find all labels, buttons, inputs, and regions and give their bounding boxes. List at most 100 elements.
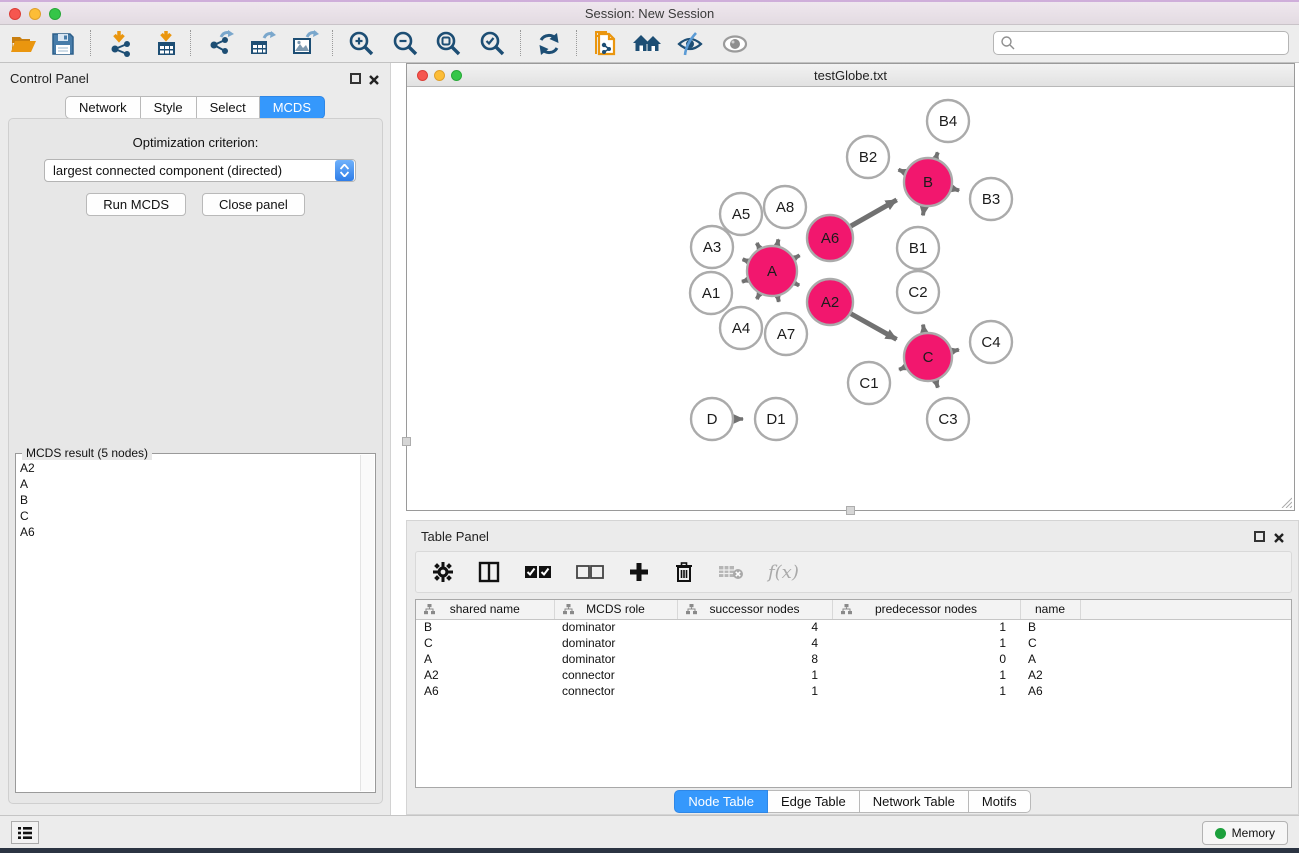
open-session-icon[interactable] xyxy=(5,28,41,60)
delete-table-icon[interactable] xyxy=(718,557,744,587)
edge-C-C2[interactable] xyxy=(923,325,924,333)
table-cell[interactable]: connector xyxy=(554,683,677,699)
table-cell[interactable]: 1 xyxy=(677,683,832,699)
edge-A-A4[interactable] xyxy=(757,294,760,299)
tab-edge-table[interactable]: Edge Table xyxy=(768,790,860,813)
table-float-panel-icon[interactable] xyxy=(1254,531,1265,542)
split-table-view-icon[interactable] xyxy=(478,557,500,587)
table-cell[interactable]: dominator xyxy=(554,635,677,651)
zoom-in-icon[interactable] xyxy=(344,28,380,60)
column-header-predecessor-nodes[interactable]: predecessor nodes xyxy=(832,600,1020,619)
column-header-MCDS-role[interactable]: MCDS role xyxy=(554,600,677,619)
edge-A-A7[interactable] xyxy=(778,296,779,301)
column-header-shared-name[interactable]: shared name xyxy=(416,600,554,619)
network-window-titlebar[interactable]: testGlobe.txt xyxy=(407,64,1294,87)
add-column-icon[interactable] xyxy=(628,557,650,587)
table-cell[interactable]: 1 xyxy=(832,635,1020,651)
column-header-name[interactable]: name xyxy=(1020,600,1080,619)
hide-graphics-details-icon[interactable] xyxy=(672,28,708,60)
home-icon[interactable] xyxy=(629,28,665,60)
network-from-file-icon[interactable] xyxy=(588,28,624,60)
edge-C-C3[interactable] xyxy=(936,381,938,388)
window-resize-handle-bottom[interactable] xyxy=(846,506,855,515)
mcds-result-item[interactable]: A xyxy=(18,476,359,492)
edge-A-A1[interactable] xyxy=(742,280,747,282)
table-cell[interactable]: A6 xyxy=(1020,683,1080,699)
table-cell[interactable]: A2 xyxy=(416,667,554,683)
show-graphics-details-icon[interactable] xyxy=(717,28,753,60)
table-cell[interactable]: 1 xyxy=(832,667,1020,683)
edge-C-C1[interactable] xyxy=(899,367,905,370)
table-cell[interactable]: A xyxy=(416,651,554,667)
memory-button[interactable]: Memory xyxy=(1202,821,1288,845)
close-panel-button[interactable]: Close panel xyxy=(202,193,305,216)
tab-node-table[interactable]: Node Table xyxy=(674,790,768,813)
edge-B-B4[interactable] xyxy=(936,152,938,158)
search-input[interactable] xyxy=(1016,33,1288,53)
function-builder-icon[interactable]: f(x) xyxy=(768,557,799,587)
tab-motifs[interactable]: Motifs xyxy=(969,790,1031,813)
edge-B-B1[interactable] xyxy=(923,207,924,216)
table-close-panel-icon[interactable] xyxy=(1273,531,1285,543)
export-image-icon[interactable] xyxy=(287,28,323,60)
edge-A2-C[interactable] xyxy=(851,314,897,340)
select-all-rows-icon[interactable] xyxy=(524,557,552,587)
table-row[interactable]: A6connector11A6 xyxy=(416,683,1291,699)
save-session-icon[interactable] xyxy=(45,28,81,60)
table-cell[interactable]: 4 xyxy=(677,619,832,635)
table-row[interactable]: Cdominator41C xyxy=(416,635,1291,651)
close-panel-icon[interactable] xyxy=(368,73,380,85)
table-settings-icon[interactable] xyxy=(432,557,454,587)
zoom-out-icon[interactable] xyxy=(388,28,424,60)
column-header-successor-nodes[interactable]: successor nodes xyxy=(677,600,832,619)
table-cell[interactable]: dominator xyxy=(554,651,677,667)
network-canvas[interactable]: B4B2BB3A5A8A6A3B1AA1C2A2A4A7C4CC1C3DD1 xyxy=(407,87,1294,510)
table-cell[interactable]: 1 xyxy=(832,683,1020,699)
float-panel-icon[interactable] xyxy=(350,73,361,84)
mcds-result-item[interactable]: C xyxy=(18,508,359,524)
zoom-selected-icon[interactable] xyxy=(475,28,511,60)
table-cell[interactable]: C xyxy=(1020,635,1080,651)
run-mcds-button[interactable]: Run MCDS xyxy=(86,193,186,216)
zoom-fit-icon[interactable] xyxy=(431,28,467,60)
table-cell[interactable]: C xyxy=(416,635,554,651)
table-cell[interactable]: dominator xyxy=(554,619,677,635)
edge-A-A3[interactable] xyxy=(743,259,748,261)
edge-A-A5[interactable] xyxy=(757,243,760,248)
criterion-select[interactable]: largest connected component (directed) xyxy=(44,159,356,182)
edge-A-A8[interactable] xyxy=(777,239,778,245)
export-network-icon[interactable] xyxy=(203,28,239,60)
edge-C-C4[interactable] xyxy=(952,350,959,352)
edge-B-B3[interactable] xyxy=(952,189,959,191)
table-cell[interactable]: 1 xyxy=(832,619,1020,635)
mcds-result-scrollbar[interactable] xyxy=(360,455,374,791)
mcds-result-item[interactable]: B xyxy=(18,492,359,508)
import-table-icon[interactable] xyxy=(149,28,185,60)
table-header-row[interactable]: shared nameMCDS rolesuccessor nodesprede… xyxy=(416,600,1291,619)
tab-mcds[interactable]: MCDS xyxy=(260,96,325,119)
search-field[interactable] xyxy=(993,31,1289,55)
tab-network-table[interactable]: Network Table xyxy=(860,790,969,813)
tab-select[interactable]: Select xyxy=(197,96,260,119)
table-cell[interactable]: A xyxy=(1020,651,1080,667)
mcds-result-item[interactable]: A6 xyxy=(18,524,359,540)
mcds-result-item[interactable]: A2 xyxy=(18,460,359,476)
export-table-icon[interactable] xyxy=(244,28,280,60)
table-cell[interactable]: B xyxy=(1020,619,1080,635)
edge-B-B2[interactable] xyxy=(898,170,904,173)
table-row[interactable]: Adominator80A xyxy=(416,651,1291,667)
import-network-icon[interactable] xyxy=(103,28,139,60)
table-cell[interactable]: A2 xyxy=(1020,667,1080,683)
window-resize-handle-left[interactable] xyxy=(402,437,411,446)
table-row[interactable]: Bdominator41B xyxy=(416,619,1291,635)
table-row[interactable]: A2connector11A2 xyxy=(416,667,1291,683)
table-cell[interactable]: 4 xyxy=(677,635,832,651)
tab-style[interactable]: Style xyxy=(141,96,197,119)
delete-column-icon[interactable] xyxy=(674,557,694,587)
edge-A-A2[interactable] xyxy=(795,283,799,285)
edge-A6-B[interactable] xyxy=(851,200,897,226)
table-cell[interactable]: 1 xyxy=(677,667,832,683)
table-cell[interactable]: B xyxy=(416,619,554,635)
show-task-history-button[interactable] xyxy=(11,821,39,844)
table-cell[interactable]: connector xyxy=(554,667,677,683)
